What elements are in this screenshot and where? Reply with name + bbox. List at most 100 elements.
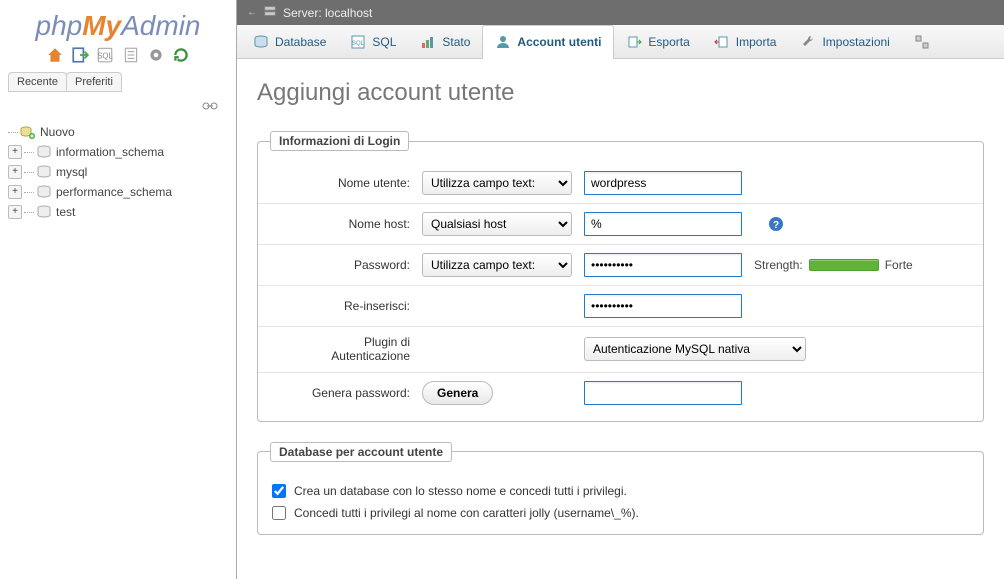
row-auth-plugin: Plugin di Autenticazione Autenticazione … (258, 327, 983, 373)
expand-icon[interactable]: + (8, 185, 22, 199)
tab-settings[interactable]: Impostazioni (788, 25, 901, 58)
tree-item-label: Nuovo (40, 125, 75, 139)
db-checks: Crea un database con lo stesso nome e co… (258, 474, 983, 526)
gear-icon[interactable] (147, 46, 165, 64)
check-samedb[interactable] (272, 484, 286, 498)
logo-php: php (36, 10, 83, 41)
host-label: Nome host: (272, 217, 410, 231)
svg-text:?: ? (773, 220, 779, 231)
refresh-icon[interactable] (172, 46, 190, 64)
db-legend: Database per account utente (270, 442, 452, 462)
expand-icon[interactable]: + (8, 205, 22, 219)
breadcrumb-arrow-icon: ← (247, 7, 257, 18)
exit-icon[interactable] (71, 46, 89, 64)
check-wildcard-row[interactable]: Concedi tutti i privilegi al nome con ca… (272, 502, 969, 524)
page-title: Aggiungi account utente (257, 79, 984, 107)
host-mode-select[interactable]: Qualsiasi host (422, 212, 572, 236)
tree-item-label: mysql (56, 165, 87, 179)
expand-icon[interactable]: + (8, 165, 22, 179)
sidebar: phpMyAdmin SQL RecentePreferiti Nuovo + (0, 0, 236, 579)
expand-icon[interactable]: + (8, 145, 22, 159)
db-icon (36, 144, 52, 160)
check-samedb-label: Crea un database con lo stesso nome e co… (294, 484, 627, 498)
row-generate: Genera password: Genera (258, 373, 983, 413)
password-input[interactable] (584, 253, 742, 277)
retype-input[interactable] (584, 294, 742, 318)
db-icon (36, 204, 52, 220)
replication-icon (914, 34, 930, 50)
tab-database[interactable]: Database (241, 25, 338, 58)
tab-label: Impostazioni (822, 35, 889, 49)
username-mode-select[interactable]: Utilizza campo text: (422, 171, 572, 195)
sql-icon: SQL (350, 34, 366, 50)
strength-text: Forte (885, 258, 913, 272)
tab-more[interactable] (902, 25, 934, 58)
tab-users[interactable]: Account utenti (482, 25, 614, 59)
tree-item-db[interactable]: + mysql (8, 162, 236, 182)
username-label: Nome utente: (272, 176, 410, 190)
content: Aggiungi account utente Informazioni di … (237, 59, 1004, 579)
tree-item-label: test (56, 205, 75, 219)
main: ← Server: localhost Database SQL SQL Sta… (236, 0, 1004, 579)
tab-label: Stato (442, 35, 470, 49)
tree-item-new[interactable]: Nuovo (8, 122, 236, 142)
server-bar: ← Server: localhost (237, 0, 1004, 25)
help-icon[interactable]: ? (768, 216, 784, 232)
username-input[interactable] (584, 171, 742, 195)
strength-bar (809, 259, 879, 271)
tab-sql[interactable]: SQL SQL (338, 25, 408, 58)
server-icon (263, 4, 277, 21)
new-db-icon (20, 124, 36, 140)
db-tree: Nuovo + information_schema + mysql + per… (0, 118, 236, 222)
wrench-icon (800, 34, 816, 50)
nav-icons: SQL (0, 44, 236, 70)
plugin-label: Plugin di Autenticazione (272, 335, 410, 364)
host-input[interactable] (584, 212, 742, 236)
db-fieldset: Database per account utente Crea un data… (257, 442, 984, 535)
sidebar-tabs: RecentePreferiti (0, 70, 236, 96)
sidebar-tab-recent[interactable]: Recente (8, 72, 67, 92)
check-samedb-row[interactable]: Crea un database con lo stesso nome e co… (272, 480, 969, 502)
svg-text:SQL: SQL (97, 51, 113, 60)
tree-item-db[interactable]: + test (8, 202, 236, 222)
db-icon (36, 184, 52, 200)
logo-admin: Admin (121, 10, 200, 41)
tree-item-db[interactable]: + performance_schema (8, 182, 236, 202)
doc-icon[interactable] (122, 46, 140, 64)
link-icon[interactable] (202, 98, 218, 112)
tab-label: Esporta (648, 35, 689, 49)
users-icon (495, 34, 511, 50)
tree-item-db[interactable]: + information_schema (8, 142, 236, 162)
password-mode-select[interactable]: Utilizza campo text: (422, 253, 572, 277)
database-icon (253, 34, 269, 50)
tab-label: SQL (372, 35, 396, 49)
svg-text:SQL: SQL (352, 41, 365, 47)
login-legend: Informazioni di Login (270, 131, 409, 151)
collapse-link-row (0, 96, 236, 118)
tab-label: Account utenti (517, 35, 601, 49)
row-host: Nome host: Qualsiasi host ? (258, 204, 983, 245)
home-icon[interactable] (46, 46, 64, 64)
auth-plugin-select[interactable]: Autenticazione MySQL nativa (584, 337, 806, 361)
tab-status[interactable]: Stato (408, 25, 482, 58)
sidebar-tab-favorites[interactable]: Preferiti (66, 72, 122, 92)
import-icon (714, 34, 730, 50)
status-icon (420, 34, 436, 50)
topnav: Database SQL SQL Stato Account utenti Es… (237, 25, 1004, 59)
sql-icon[interactable]: SQL (96, 46, 114, 64)
row-username: Nome utente: Utilizza campo text: (258, 163, 983, 204)
tab-label: Database (275, 35, 326, 49)
generate-button[interactable]: Genera (422, 381, 493, 405)
password-label: Password: (272, 258, 410, 272)
server-label[interactable]: Server: localhost (283, 6, 372, 20)
row-retype: Re-inserisci: (258, 286, 983, 327)
export-icon (626, 34, 642, 50)
login-fieldset: Informazioni di Login Nome utente: Utili… (257, 131, 984, 422)
check-wildcard[interactable] (272, 506, 286, 520)
tab-label: Importa (736, 35, 777, 49)
generated-password-input[interactable] (584, 381, 742, 405)
tab-export[interactable]: Esporta (614, 25, 701, 58)
tab-import[interactable]: Importa (702, 25, 789, 58)
strength-label: Strength: (754, 258, 803, 272)
logo: phpMyAdmin (0, 4, 236, 44)
